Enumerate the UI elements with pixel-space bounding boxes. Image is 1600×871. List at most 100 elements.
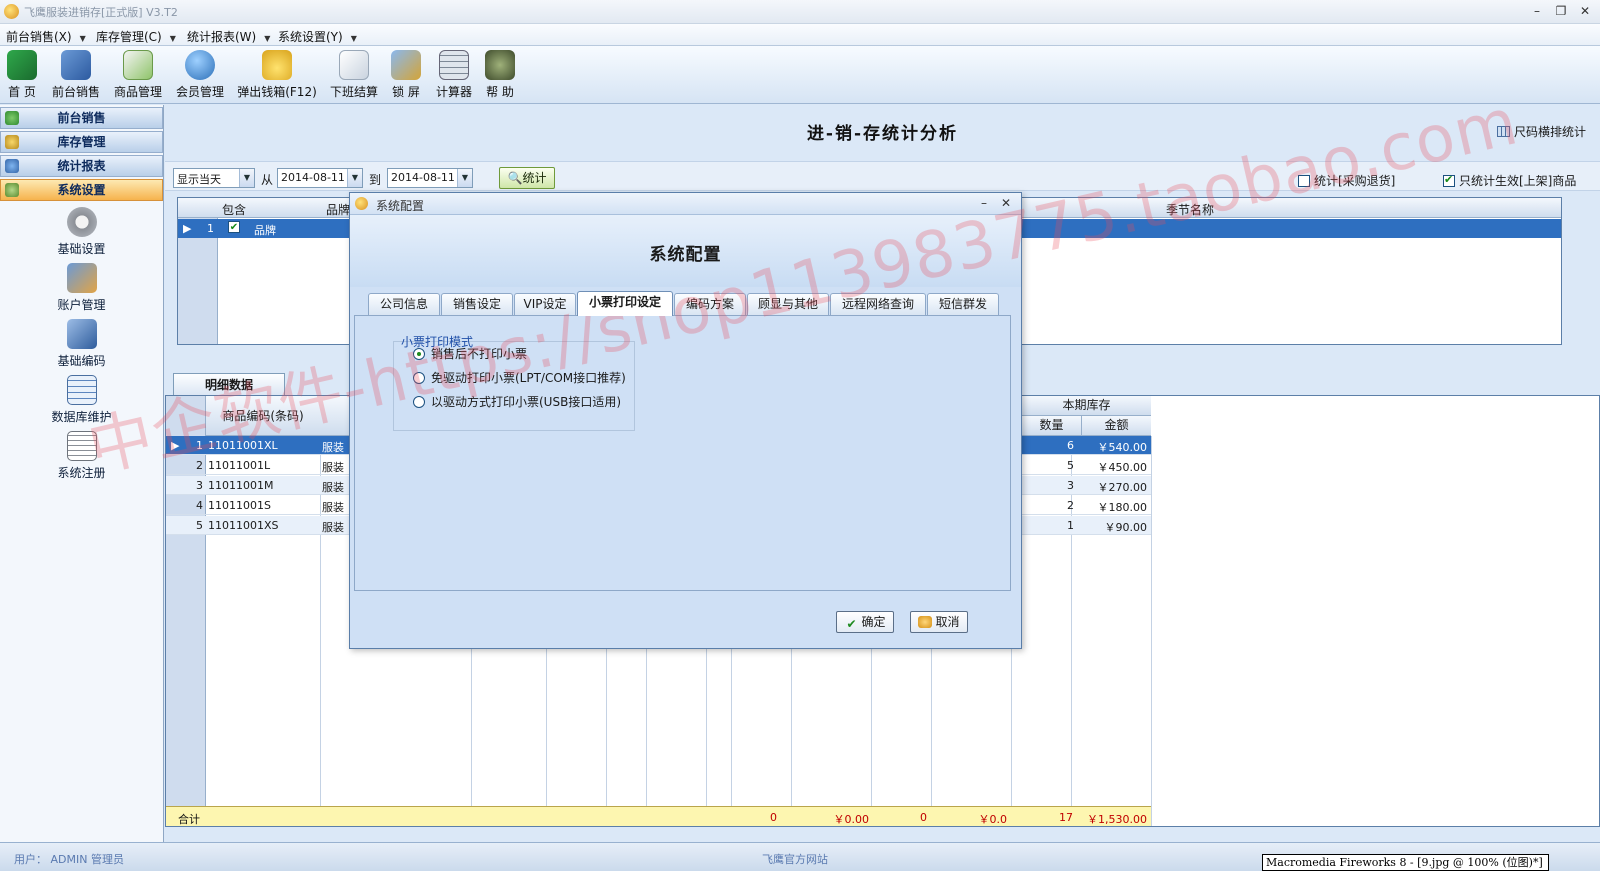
sidebar-item-label: 基础编码 bbox=[57, 354, 106, 368]
sidebar-item-register[interactable]: 系统注册 bbox=[0, 431, 163, 481]
system-config-dialog: 系统配置 – ✕ 系统配置 公司信息 销售设定 VIP设定 小票打印设定 编码方… bbox=[349, 192, 1022, 649]
sidebar-section-label: 前台销售 bbox=[57, 111, 106, 125]
sidebar-item-label: 系统注册 bbox=[57, 466, 106, 480]
column-header-brand: 品牌 bbox=[326, 203, 351, 217]
row-code: 11011001S bbox=[208, 499, 271, 512]
code-icon bbox=[66, 319, 97, 349]
to-date-picker[interactable]: 2014-08-11 ▼ bbox=[387, 168, 473, 188]
sidebar-item-database[interactable]: 数据库维护 bbox=[0, 375, 163, 425]
dialog-close-button[interactable]: ✕ bbox=[998, 195, 1014, 211]
row-qty: 1 bbox=[1067, 519, 1074, 532]
sidebar-section-settings[interactable]: 系统设置 bbox=[0, 179, 163, 201]
title-bar: 飞鹰服装进销存[正式版] V3.T2 – ❐ ✕ bbox=[0, 0, 1600, 24]
sidebar-section-sales[interactable]: 前台销售 bbox=[0, 107, 163, 129]
range-value: 显示当天 bbox=[177, 173, 221, 186]
size-stat-label: 尺码横排统计 bbox=[1513, 125, 1586, 139]
sidebar-item-code[interactable]: 基础编码 bbox=[0, 319, 163, 369]
sidebar-item-account[interactable]: 账户管理 bbox=[0, 263, 163, 313]
stat-button[interactable]: 🔍统计 bbox=[499, 167, 555, 189]
settings-section-icon bbox=[5, 183, 19, 197]
toolbar-home-button[interactable]: 首 页 bbox=[4, 50, 40, 100]
settle-icon bbox=[339, 50, 369, 80]
range-select[interactable]: 显示当天 ▼ bbox=[173, 168, 255, 188]
dialog-titlebar: 系统配置 – ✕ bbox=[350, 193, 1021, 215]
tab-remote-query[interactable]: 远程网络查询 bbox=[830, 293, 926, 315]
official-site-link[interactable]: 飞鹰官方网站 bbox=[762, 851, 828, 867]
minimize-button[interactable]: – bbox=[1528, 3, 1546, 19]
toolbar-sales-button[interactable]: 前台销售 bbox=[50, 50, 102, 100]
reports-section-icon bbox=[5, 159, 19, 173]
menu-settings[interactable]: 系统设置(Y) ▼ bbox=[278, 28, 357, 45]
sidebar-item-label: 基础设置 bbox=[57, 242, 106, 256]
sales-icon bbox=[61, 50, 91, 80]
column-divider bbox=[1151, 436, 1152, 826]
check-icon: ✔ bbox=[846, 617, 857, 631]
menu-inventory[interactable]: 库存管理(C) ▼ bbox=[96, 28, 176, 45]
ok-button[interactable]: ✔ 确定 bbox=[836, 611, 894, 633]
toolbar-label: 帮 助 bbox=[486, 85, 514, 99]
toolbar-lock-button[interactable]: 锁 屏 bbox=[388, 50, 424, 100]
row-category: 服装 bbox=[322, 481, 344, 494]
size-stat-button[interactable]: 尺码横排统计 bbox=[1496, 123, 1586, 140]
help-icon bbox=[485, 50, 515, 80]
active-only-checkbox[interactable]: 只统计生效[上架]商品 bbox=[1443, 172, 1576, 189]
tab-sales-settings[interactable]: 销售设定 bbox=[441, 293, 513, 315]
total-row: 合计 0 ￥0.00 0 ￥0.0 17 ￥1,530.00 bbox=[166, 806, 1151, 826]
cancel-button[interactable]: 取消 bbox=[910, 611, 968, 633]
row-qty: 5 bbox=[1067, 459, 1074, 472]
tab-company-info[interactable]: 公司信息 bbox=[368, 293, 440, 315]
radio-driverless-print[interactable]: 免驱动打印小票(LPT/COM接口推荐) bbox=[413, 369, 626, 386]
toolbar-member-button[interactable]: 会员管理 bbox=[174, 50, 226, 100]
toolbar-help-button[interactable]: 帮 助 bbox=[482, 50, 518, 100]
window-title: 飞鹰服装进销存[正式版] V3.T2 bbox=[24, 6, 178, 19]
tab-detail-data[interactable]: 明细数据 bbox=[173, 373, 285, 395]
row-amount: ￥540.00 bbox=[1097, 441, 1148, 454]
row-index: 4 bbox=[196, 499, 203, 512]
menu-sales[interactable]: 前台销售(X) ▼ bbox=[6, 28, 86, 45]
row-category: 服装 bbox=[322, 501, 344, 514]
row-pointer-icon: ▶ bbox=[171, 439, 180, 452]
chevron-down-icon: ▼ bbox=[347, 169, 362, 187]
checkbox-box bbox=[1443, 173, 1455, 187]
toolbar-settle-button[interactable]: 下班结算 bbox=[328, 50, 380, 100]
toolbar-calculator-button[interactable]: 计算器 bbox=[434, 50, 474, 100]
row-code: 11011001L bbox=[208, 459, 271, 472]
tab-code-scheme[interactable]: 编码方案 bbox=[674, 293, 746, 315]
tab-display-other[interactable]: 顾显与其他 bbox=[747, 293, 829, 315]
cancel-label: 取消 bbox=[935, 615, 960, 629]
brand-name: 品牌 bbox=[254, 224, 276, 237]
sidebar-section-reports[interactable]: 统计报表 bbox=[0, 155, 163, 177]
purchase-return-checkbox[interactable]: 统计[采购退货] bbox=[1298, 172, 1395, 189]
include-checkbox[interactable]: ✔ bbox=[228, 221, 240, 233]
radio-label: 销售后不打印小票 bbox=[431, 347, 528, 361]
sidebar-item-basic-settings[interactable]: 基础设置 bbox=[0, 207, 163, 257]
total-value: ￥0.00 bbox=[833, 813, 870, 826]
tab-sms[interactable]: 短信群发 bbox=[927, 293, 999, 315]
tab-receipt-print[interactable]: 小票打印设定 bbox=[577, 291, 673, 316]
row-qty: 6 bbox=[1067, 439, 1074, 452]
filter-row: 显示当天 ▼ 从 2014-08-11 ▼ 到 2014-08-11 ▼ 🔍统计 统计… bbox=[165, 161, 1600, 191]
dialog-minimize-button[interactable]: – bbox=[976, 195, 992, 211]
row-code: 11011001M bbox=[208, 479, 274, 492]
radio-driver-print[interactable]: 以驱动方式打印小票(USB接口适用) bbox=[413, 393, 621, 410]
row-category: 服装 bbox=[322, 521, 344, 534]
radio-no-print[interactable]: 销售后不打印小票 bbox=[413, 345, 527, 362]
tab-vip-settings[interactable]: VIP设定 bbox=[514, 293, 576, 315]
toolbar-goods-button[interactable]: 商品管理 bbox=[112, 50, 164, 100]
toolbar-cashbox-button[interactable]: 弹出钱箱(F12) bbox=[234, 50, 320, 100]
row-amount: ￥270.00 bbox=[1097, 481, 1148, 494]
sidebar: 前台销售 库存管理 统计报表 系统设置 基础设置 账户管理 基础编码 数据库维护… bbox=[0, 105, 164, 842]
close-button[interactable]: ✕ bbox=[1576, 3, 1594, 19]
menu-bar: 前台销售(X) ▼ 库存管理(C) ▼ 统计报表(W) ▼ 系统设置(Y) ▼ bbox=[0, 24, 1600, 46]
row-qty: 3 bbox=[1067, 479, 1074, 492]
row-pointer-icon: ▶ bbox=[183, 222, 192, 235]
inventory-section-icon bbox=[5, 135, 19, 149]
radio-label: 以驱动方式打印小票(USB接口适用) bbox=[431, 395, 621, 409]
dialog-heading: 系统配置 bbox=[649, 245, 722, 265]
checkbox-label: 只统计生效[上架]商品 bbox=[1459, 174, 1577, 188]
menu-reports[interactable]: 统计报表(W) ▼ bbox=[187, 28, 270, 45]
from-date-picker[interactable]: 2014-08-11 ▼ bbox=[277, 168, 363, 188]
stat-button-label: 统计 bbox=[522, 171, 547, 185]
sidebar-section-inventory[interactable]: 库存管理 bbox=[0, 131, 163, 153]
maximize-button[interactable]: ❐ bbox=[1552, 3, 1570, 19]
